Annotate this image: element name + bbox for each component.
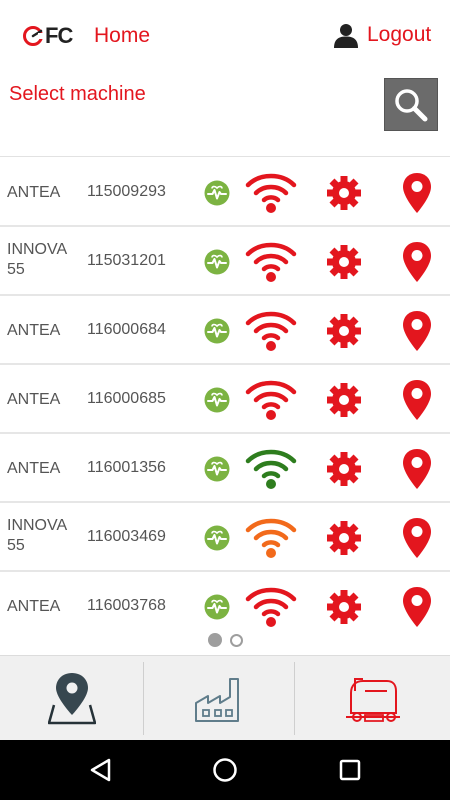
cfc-logo: FC [22, 22, 73, 50]
home-circle-icon [213, 758, 237, 782]
machine-model: INNOVA 55 [7, 517, 67, 554]
location-pin-icon[interactable] [401, 241, 433, 283]
gear-icon[interactable] [326, 589, 362, 625]
user-icon [334, 24, 358, 48]
gear-icon[interactable] [326, 313, 362, 349]
page-indicator [0, 632, 450, 648]
wifi-signal-icon[interactable] [245, 448, 297, 490]
android-navigation-bar [0, 740, 450, 800]
location-pin-icon[interactable] [401, 517, 433, 559]
machine-model: INNOVA 55 [7, 241, 67, 278]
location-pin-icon[interactable] [401, 448, 433, 490]
page-title: Select machine [9, 83, 146, 105]
heartbeat-icon[interactable] [203, 455, 231, 483]
tab-plants[interactable] [144, 656, 294, 741]
map-pin-icon [48, 672, 96, 724]
app-header: FC Home Logout [0, 0, 450, 72]
machine-row[interactable]: INNOVA 55 116003469 [0, 503, 450, 572]
machine-serial: 116001356 [87, 459, 166, 476]
heartbeat-icon[interactable] [203, 524, 231, 552]
machine-row[interactable]: ANTEA 116003768 [0, 572, 450, 632]
back-button[interactable] [85, 755, 115, 785]
logout-button[interactable]: Logout [333, 22, 431, 48]
recents-square-icon [339, 759, 361, 781]
search-button[interactable] [384, 78, 438, 131]
heartbeat-icon[interactable] [203, 248, 231, 276]
wifi-signal-icon[interactable] [245, 517, 297, 559]
machine-model: ANTEA [7, 184, 61, 201]
machine-serial: 115009293 [87, 183, 166, 200]
machine-model: ANTEA [7, 391, 61, 408]
heartbeat-icon[interactable] [203, 317, 231, 345]
machine-row[interactable]: ANTEA 116000684 [0, 296, 450, 365]
gear-icon[interactable] [326, 175, 362, 211]
wifi-signal-icon[interactable] [245, 586, 297, 628]
machine-row[interactable]: INNOVA 55 115031201 [0, 227, 450, 296]
wifi-signal-icon[interactable] [245, 241, 297, 283]
home-link[interactable]: Home [94, 24, 150, 48]
recents-button[interactable] [335, 755, 365, 785]
scrubber-machine-icon [345, 677, 400, 722]
gear-icon[interactable] [326, 244, 362, 280]
location-pin-icon[interactable] [401, 310, 433, 352]
machine-row[interactable]: ANTEA 116001356 [0, 434, 450, 503]
logo-text: FC [45, 23, 73, 48]
heartbeat-icon[interactable] [203, 386, 231, 414]
factory-icon [195, 677, 239, 722]
search-icon [395, 88, 428, 121]
machine-row[interactable]: ANTEA 116000685 [0, 365, 450, 434]
machine-serial: 116000684 [87, 321, 166, 338]
tab-map[interactable] [0, 656, 144, 741]
machine-serial: 116003768 [87, 597, 166, 614]
gear-icon[interactable] [326, 451, 362, 487]
machine-list: ANTEA 115009293 INNOVA 55 115031201 ANTEA 116… [0, 156, 450, 632]
wifi-signal-icon[interactable] [245, 172, 297, 214]
page-dot-active[interactable] [207, 633, 222, 647]
wifi-signal-icon[interactable] [245, 310, 297, 352]
back-triangle-icon [90, 758, 111, 782]
gear-icon[interactable] [326, 520, 362, 556]
location-pin-icon[interactable] [401, 586, 433, 628]
gear-icon[interactable] [326, 382, 362, 418]
machine-serial: 115031201 [87, 252, 166, 269]
home-button[interactable] [210, 755, 240, 785]
machine-model: ANTEA [7, 598, 61, 615]
heartbeat-icon[interactable] [203, 593, 231, 621]
machine-model: ANTEA [7, 322, 61, 339]
location-pin-icon[interactable] [401, 379, 433, 421]
machine-model: ANTEA [7, 460, 61, 477]
location-pin-icon[interactable] [401, 172, 433, 214]
bottom-tab-bar [0, 655, 450, 740]
machine-serial: 116000685 [87, 390, 166, 407]
logout-label: Logout [367, 23, 432, 46]
heartbeat-icon[interactable] [203, 179, 231, 207]
tab-machines[interactable] [295, 656, 450, 741]
logo-mark-icon [23, 26, 44, 46]
wifi-signal-icon[interactable] [245, 379, 297, 421]
machine-row[interactable]: ANTEA 115009293 [0, 158, 450, 227]
page-dot-inactive[interactable] [229, 633, 243, 647]
machine-serial: 116003469 [87, 528, 166, 545]
